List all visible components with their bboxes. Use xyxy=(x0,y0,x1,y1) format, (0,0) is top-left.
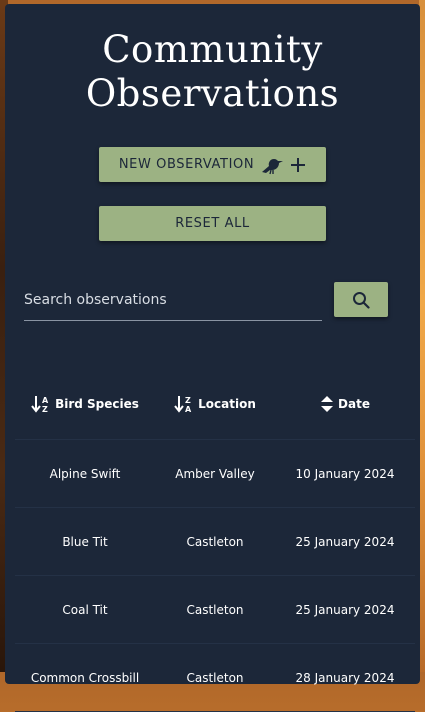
column-header-location[interactable]: Z A Location xyxy=(155,395,275,413)
table-row[interactable]: Coal Tit Castleton 25 January 2024 xyxy=(15,576,415,644)
cell-location: Amber Valley xyxy=(175,466,255,481)
column-header-date[interactable]: Date xyxy=(275,395,415,413)
cell-species: Coal Tit xyxy=(62,602,108,617)
column-header-species[interactable]: A Z Bird Species xyxy=(15,395,155,413)
column-label-location: Location xyxy=(198,397,256,411)
cell-location: Castleton xyxy=(186,670,244,685)
search-button[interactable] xyxy=(334,282,388,317)
reset-all-button[interactable]: RESET ALL xyxy=(99,206,326,241)
observations-table: A Z Bird Species Z A Location Date Alpin… xyxy=(15,369,415,712)
page-title: Community Observations xyxy=(85,28,340,115)
cell-location: Castleton xyxy=(186,534,244,549)
cell-species: Alpine Swift xyxy=(49,466,121,481)
new-observation-label: NEW OBSERVATION xyxy=(118,157,255,172)
new-observation-button[interactable]: NEW OBSERVATION xyxy=(99,147,326,182)
svg-text:Z: Z xyxy=(42,405,48,413)
svg-text:A: A xyxy=(42,396,49,405)
search-input[interactable] xyxy=(24,282,322,318)
cell-date: 28 January 2024 xyxy=(295,670,395,685)
cell-location: Castleton xyxy=(186,602,244,617)
table-row[interactable]: Common Crossbill Castleton 28 January 20… xyxy=(15,644,415,712)
plus-icon xyxy=(291,157,306,172)
cell-date: 10 January 2024 xyxy=(295,466,395,481)
cell-date: 25 January 2024 xyxy=(295,534,395,549)
column-label-date: Date xyxy=(338,397,370,411)
sort-both-icon xyxy=(321,396,334,412)
search-icon xyxy=(353,291,370,309)
svg-text:A: A xyxy=(185,405,192,413)
svg-text:Z: Z xyxy=(185,396,191,405)
main-panel: Community Observations NEW OBSERVATION R… xyxy=(5,4,420,712)
sort-alpha-down-icon: A Z xyxy=(31,396,49,413)
table-header: A Z Bird Species Z A Location Date xyxy=(15,369,415,440)
column-label-species: Bird Species xyxy=(55,397,139,411)
cell-date: 25 January 2024 xyxy=(295,602,395,617)
table-row[interactable]: Blue Tit Castleton 25 January 2024 xyxy=(15,508,415,576)
cell-species: Blue Tit xyxy=(62,534,108,549)
sort-alpha-up-icon: Z A xyxy=(174,396,192,413)
table-row[interactable]: Alpine Swift Amber Valley 10 January 202… xyxy=(15,440,415,508)
bird-icon xyxy=(262,158,284,174)
cell-species: Common Crossbill xyxy=(30,670,140,685)
search-field xyxy=(24,282,322,321)
reset-all-label: RESET ALL xyxy=(175,216,250,231)
